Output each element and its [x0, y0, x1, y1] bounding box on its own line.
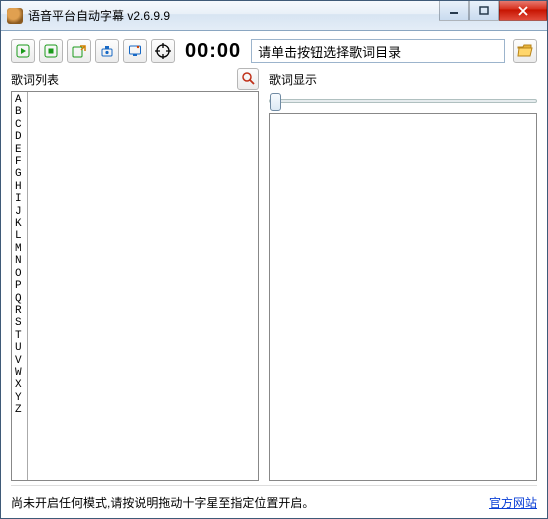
target-button[interactable] — [151, 39, 175, 63]
lyrics-list-body[interactable] — [28, 92, 258, 480]
stop-icon — [44, 44, 58, 58]
status-message: 尚未开启任何模式,请按说明拖动十字星至指定位置开启。 — [11, 494, 314, 511]
screen-button[interactable] — [123, 39, 147, 63]
record-icon — [100, 44, 114, 58]
lyrics-display-body[interactable] — [270, 114, 536, 480]
toolbar: 00:00 — [11, 39, 537, 63]
client-area: 00:00 歌词列表 A B C D — [1, 31, 547, 518]
lyrics-display-column: 歌词显示 — [269, 69, 537, 481]
position-slider-row — [269, 91, 537, 111]
play-icon — [16, 44, 30, 58]
stop-button[interactable] — [39, 39, 63, 63]
open-folder-button[interactable] — [513, 39, 537, 63]
status-bar: 尚未开启任何模式,请按说明拖动十字星至指定位置开启。 官方网站 — [11, 492, 537, 512]
export-icon — [72, 44, 86, 58]
folder-open-icon — [517, 43, 533, 60]
app-icon — [7, 8, 23, 24]
lyrics-display-panel — [269, 113, 537, 481]
timer-display: 00:00 — [185, 40, 241, 63]
lyrics-list-column: 歌词列表 A B C D E F G H I J K L M N O P Q R… — [11, 69, 259, 481]
screen-icon — [128, 44, 142, 58]
maximize-button[interactable] — [469, 1, 499, 21]
official-site-link[interactable]: 官方网站 — [489, 494, 537, 511]
minimize-button[interactable] — [439, 1, 469, 21]
slider-thumb[interactable] — [270, 93, 281, 111]
app-window: 语音平台自动字幕 v2.6.9.9 — [0, 0, 548, 519]
lyrics-list-title: 歌词列表 — [11, 71, 59, 88]
titlebar[interactable]: 语音平台自动字幕 v2.6.9.9 — [1, 1, 547, 31]
lyrics-display-header: 歌词显示 — [269, 69, 537, 89]
lyrics-list-header: 歌词列表 — [11, 69, 259, 89]
divider — [11, 485, 537, 486]
columns: 歌词列表 A B C D E F G H I J K L M N O P Q R… — [11, 69, 537, 481]
window-title: 语音平台自动字幕 v2.6.9.9 — [28, 7, 170, 24]
close-button[interactable] — [499, 1, 547, 21]
play-button[interactable] — [11, 39, 35, 63]
lyrics-folder-input[interactable] — [251, 39, 505, 63]
position-slider[interactable] — [269, 99, 537, 103]
search-button[interactable] — [237, 68, 259, 90]
lyrics-list-panel: A B C D E F G H I J K L M N O P Q R S T … — [11, 91, 259, 481]
alphabet-index[interactable]: A B C D E F G H I J K L M N O P Q R S T … — [12, 92, 28, 480]
target-icon — [155, 43, 171, 59]
record-button[interactable] — [95, 39, 119, 63]
lyrics-display-title: 歌词显示 — [269, 71, 317, 88]
export-button[interactable] — [67, 39, 91, 63]
search-icon — [241, 71, 255, 88]
window-controls — [439, 1, 547, 21]
